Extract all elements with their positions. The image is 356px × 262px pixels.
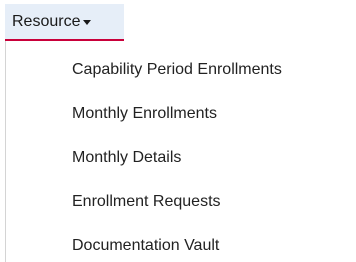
resource-menu-label: Resource — [12, 12, 81, 30]
dropdown-list: Capability Period Enrollments Monthly En… — [6, 48, 356, 262]
menu-item-capability-period-enrollments[interactable]: Capability Period Enrollments — [6, 48, 356, 92]
screen: Resource Capability Period Enrollments M… — [0, 0, 356, 262]
menu-item-enrollment-requests[interactable]: Enrollment Requests — [6, 180, 356, 224]
resource-dropdown-menu: Capability Period Enrollments Monthly En… — [5, 41, 356, 262]
menu-item-documentation-vault[interactable]: Documentation Vault — [6, 224, 356, 262]
menu-item-monthly-details[interactable]: Monthly Details — [6, 136, 356, 180]
menu-item-monthly-enrollments[interactable]: Monthly Enrollments — [6, 92, 356, 136]
resource-menu-button[interactable]: Resource — [5, 4, 124, 41]
caret-down-icon — [83, 20, 92, 25]
